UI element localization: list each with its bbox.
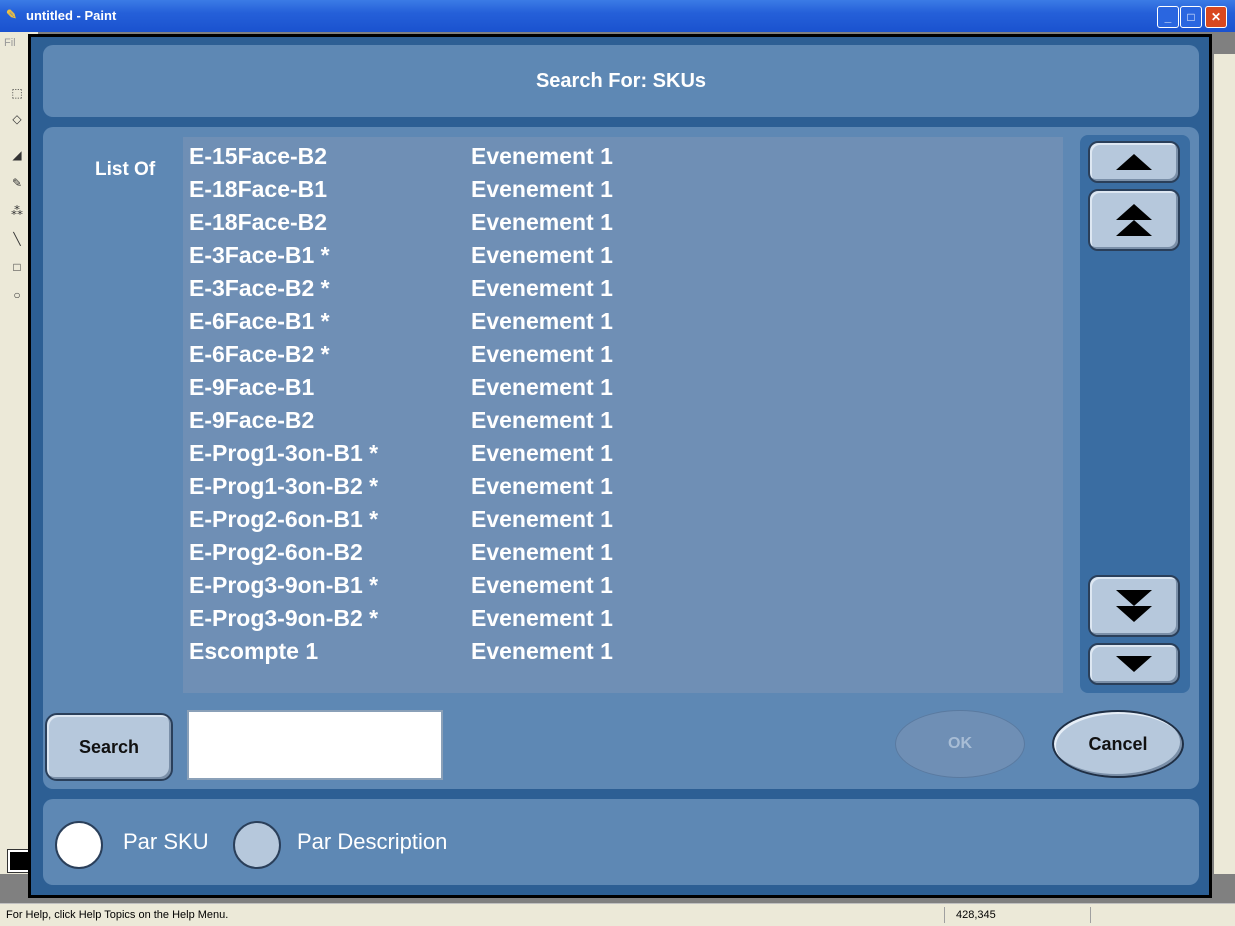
list-item[interactable]: E-18Face-B2 Evenement 1 xyxy=(189,207,1049,240)
list-item-sku: E-9Face-B2 xyxy=(189,407,315,433)
list-item-description: Evenement 1 xyxy=(471,605,613,631)
cancel-button[interactable]: Cancel xyxy=(1052,710,1184,778)
double-arrow-up-icon xyxy=(1116,204,1152,220)
canvas-vertical-scrollbar[interactable] xyxy=(1214,54,1235,874)
list-item[interactable]: E-9Face-B2 Evenement 1 xyxy=(189,405,1049,438)
line-tool-icon[interactable]: ╲ xyxy=(8,230,26,248)
list-item[interactable]: E-3Face-B1 * Evenement 1 xyxy=(189,240,1049,273)
eraser-tool-icon[interactable]: ◇ xyxy=(8,110,26,128)
list-item-sku: Escompte 1 xyxy=(189,638,319,664)
list-item-description: Evenement 1 xyxy=(471,473,613,499)
radio-par-description-label: Par Description xyxy=(297,829,448,854)
scroll-up-button[interactable] xyxy=(1088,141,1180,183)
window-title: untitled - Paint xyxy=(26,8,117,23)
list-item-description: Evenement 1 xyxy=(471,374,613,400)
foreground-color-swatch[interactable] xyxy=(7,849,31,873)
radio-par-sku[interactable] xyxy=(55,821,103,869)
status-help-text: For Help, click Help Topics on the Help … xyxy=(6,909,229,921)
list-item-description: Evenement 1 xyxy=(471,176,613,202)
list-item-description: Evenement 1 xyxy=(471,308,613,334)
scroll-down-button[interactable] xyxy=(1088,643,1180,685)
list-item-sku: E-6Face-B1 * xyxy=(189,308,330,334)
fill-tool-icon[interactable]: ◢ xyxy=(8,146,26,164)
double-arrow-up-icon-lower xyxy=(1116,220,1152,236)
dialog-title: Search For: SKUs xyxy=(43,45,1199,117)
status-separator xyxy=(1090,907,1091,923)
status-coordinates: 428,345 xyxy=(956,909,996,921)
brush-tool-icon[interactable]: ⁂ xyxy=(8,202,26,220)
list-item[interactable]: E-18Face-B1 Evenement 1 xyxy=(189,174,1049,207)
close-button[interactable]: ✕ xyxy=(1205,6,1227,28)
scroll-page-down-button[interactable] xyxy=(1088,575,1180,637)
arrow-down-icon xyxy=(1116,656,1152,672)
arrow-up-icon xyxy=(1116,154,1152,170)
list-item-description: Evenement 1 xyxy=(471,242,613,268)
sku-list[interactable]: E-15Face-B2 Evenement 1 E-18Face-B1 Eveneme… xyxy=(183,137,1063,693)
status-separator xyxy=(944,907,945,923)
list-scroll-controls xyxy=(1080,135,1190,693)
scroll-page-up-button[interactable] xyxy=(1088,189,1180,251)
list-item[interactable]: E-3Face-B2 * Evenement 1 xyxy=(189,273,1049,306)
list-item[interactable]: E-15Face-B2 Evenement 1 xyxy=(189,141,1049,174)
list-item-sku: E-18Face-B1 xyxy=(189,176,328,202)
list-item-description: Evenement 1 xyxy=(471,209,613,235)
double-arrow-down-icon-lower xyxy=(1116,606,1152,622)
select-tool-icon[interactable]: ⬚ xyxy=(8,84,26,102)
list-item-sku: E-Prog1-3on-B1 * xyxy=(189,440,379,466)
list-item-description: Evenement 1 xyxy=(471,275,613,301)
list-item-sku: E-6Face-B2 * xyxy=(189,341,330,367)
list-item[interactable]: Escompte 1 Evenement 1 xyxy=(189,636,1049,669)
list-item-description: Evenement 1 xyxy=(471,407,613,433)
maximize-button[interactable]: □ xyxy=(1180,6,1202,28)
list-panel: List Of E-15Face-B2 Evenement 1 E-18Face-B… xyxy=(43,127,1199,789)
list-item-sku: E-18Face-B2 xyxy=(189,209,328,235)
list-item[interactable]: E-6Face-B1 * Evenement 1 xyxy=(189,306,1049,339)
status-bar: For Help, click Help Topics on the Help … xyxy=(0,903,1235,926)
list-item[interactable]: E-Prog1-3on-B1 * Evenement 1 xyxy=(189,438,1049,471)
search-button[interactable]: Search xyxy=(45,713,173,781)
list-item[interactable]: E-9Face-B1 Evenement 1 xyxy=(189,372,1049,405)
list-item-sku: E-Prog1-3on-B2 * xyxy=(189,473,379,499)
list-item-description: Evenement 1 xyxy=(471,143,613,169)
list-item-sku: E-3Face-B1 * xyxy=(189,242,330,268)
list-item[interactable]: E-Prog1-3on-B2 * Evenement 1 xyxy=(189,471,1049,504)
window-titlebar: ✎ untitled - Paint _ □ ✕ xyxy=(0,0,1235,32)
list-item-sku: E-Prog3-9on-B1 * xyxy=(189,572,379,598)
list-item-description: Evenement 1 xyxy=(471,539,613,565)
list-item-sku: E-Prog2-6on-B2 xyxy=(189,539,363,565)
ok-button[interactable]: OK xyxy=(895,710,1025,778)
double-arrow-down-icon xyxy=(1116,590,1152,606)
list-item[interactable]: E-Prog3-9on-B1 * Evenement 1 xyxy=(189,570,1049,603)
list-item-description: Evenement 1 xyxy=(471,638,613,664)
list-item-sku: E-3Face-B2 * xyxy=(189,275,330,301)
list-item-sku: E-Prog3-9on-B2 * xyxy=(189,605,379,631)
list-item-description: Evenement 1 xyxy=(471,506,613,532)
search-input[interactable] xyxy=(187,710,443,780)
ellipse-tool-icon[interactable]: ○ xyxy=(8,286,26,304)
search-dialog: Search For: SKUs List Of E-15Face-B2 Even… xyxy=(28,34,1212,898)
list-item-sku: E-15Face-B2 xyxy=(189,143,328,169)
list-label: List Of xyxy=(95,159,156,180)
list-item-sku: E-9Face-B1 xyxy=(189,374,315,400)
minimize-button[interactable]: _ xyxy=(1157,6,1179,28)
radio-par-description[interactable] xyxy=(233,821,281,869)
list-item[interactable]: E-Prog2-6on-B1 * Evenement 1 xyxy=(189,504,1049,537)
pencil-tool-icon[interactable]: ✎ xyxy=(8,174,26,192)
search-mode-panel: Par SKU Par Description xyxy=(43,799,1199,885)
list-item-description: Evenement 1 xyxy=(471,341,613,367)
list-item-sku: E-Prog2-6on-B1 * xyxy=(189,506,379,532)
rectangle-tool-icon[interactable]: □ xyxy=(8,258,26,276)
list-item[interactable]: E-Prog2-6on-B2 Evenement 1 xyxy=(189,537,1049,570)
list-item[interactable]: E-6Face-B2 * Evenement 1 xyxy=(189,339,1049,372)
radio-par-sku-label: Par SKU xyxy=(123,829,209,854)
list-item[interactable]: E-Prog3-9on-B2 * Evenement 1 xyxy=(189,603,1049,636)
list-item-description: Evenement 1 xyxy=(471,440,613,466)
list-item-description: Evenement 1 xyxy=(471,572,613,598)
paint-app-icon: ✎ xyxy=(6,7,17,22)
